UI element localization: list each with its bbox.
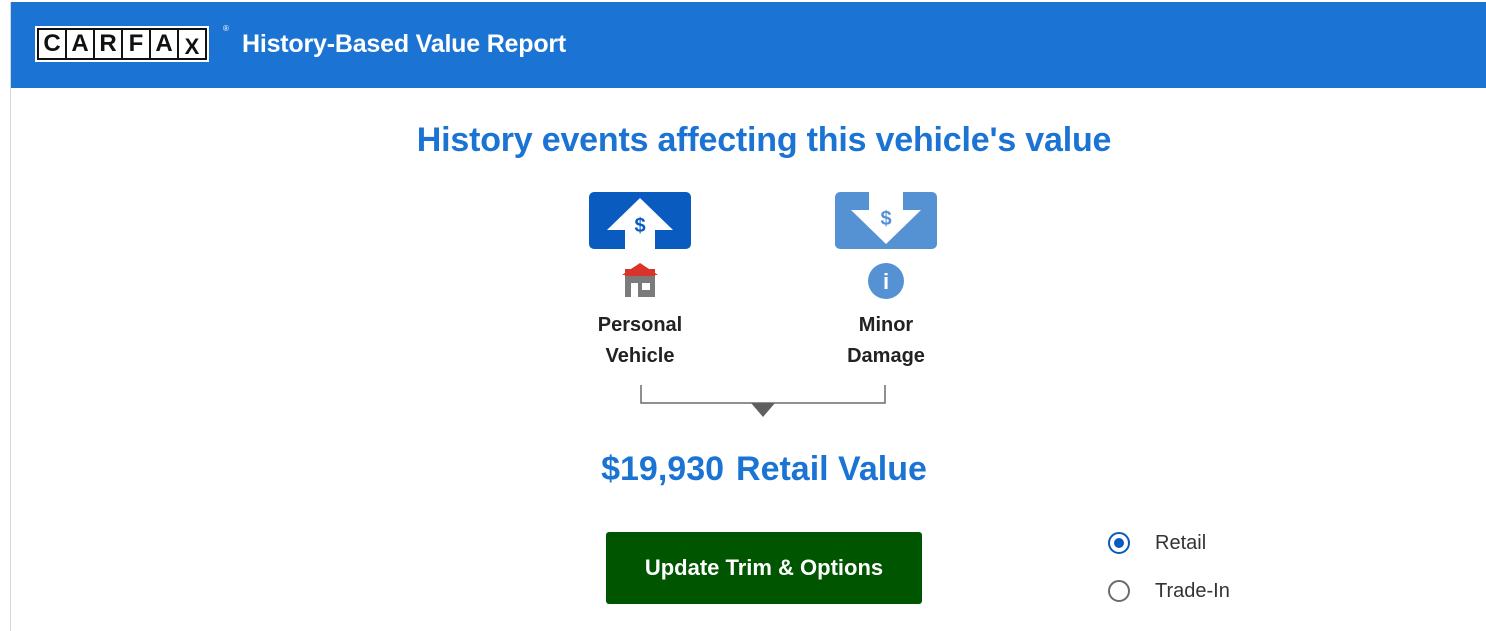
- radio-label: Retail: [1155, 531, 1207, 554]
- logo-letter: X: [179, 30, 205, 59]
- radio-selected[interactable]: [1108, 532, 1130, 554]
- event-label-line: Minor: [858, 314, 914, 336]
- report-header: C A R F A X ® History-Based Value Report: [11, 2, 1486, 88]
- logo-letter: F: [123, 30, 149, 58]
- house-icon: [620, 261, 660, 301]
- radio-label: Trade-In: [1155, 579, 1230, 602]
- info-glyph: i: [883, 269, 889, 294]
- event-label-line: Personal: [597, 314, 683, 336]
- info-icon: i: [866, 261, 906, 301]
- events-bracket: [640, 384, 890, 429]
- page: C A R F A X ® History-Based Value Report…: [0, 0, 1486, 631]
- logo-letter: R: [95, 30, 121, 58]
- retail-value: $19,930 Retail Value: [11, 448, 1486, 490]
- radio-unselected[interactable]: [1108, 580, 1130, 602]
- event-label-personal-vehicle: Personal Vehicle: [560, 310, 720, 372]
- dollar-up-arrow-icon: $: [589, 192, 691, 249]
- update-trim-options-button[interactable]: Update Trim & Options: [606, 532, 922, 604]
- radio-option-retail[interactable]: Retail: [1108, 528, 1206, 558]
- report-card: C A R F A X ® History-Based Value Report…: [10, 2, 1486, 631]
- value-amount: $19,930: [601, 450, 725, 488]
- logo-letter: C: [39, 30, 65, 58]
- event-label-line: Damage: [847, 345, 925, 367]
- dollar-down-arrow-icon: $: [835, 192, 937, 249]
- header-title: History-Based Value Report: [242, 30, 567, 58]
- section-title: History events affecting this vehicle's …: [416, 121, 1112, 159]
- registered-mark: ®: [223, 24, 229, 33]
- event-label-minor-damage: Minor Damage: [806, 310, 966, 372]
- carfax-logo: C A R F A X: [35, 26, 209, 62]
- dollar-glyph: $: [880, 208, 891, 230]
- event-label-line: Vehicle: [605, 345, 675, 367]
- dollar-glyph: $: [634, 215, 645, 237]
- radio-option-trade-in[interactable]: Trade-In: [1108, 576, 1230, 606]
- value-label: Retail Value: [736, 450, 927, 488]
- logo-letter: A: [151, 30, 177, 58]
- logo-letter: A: [67, 30, 93, 58]
